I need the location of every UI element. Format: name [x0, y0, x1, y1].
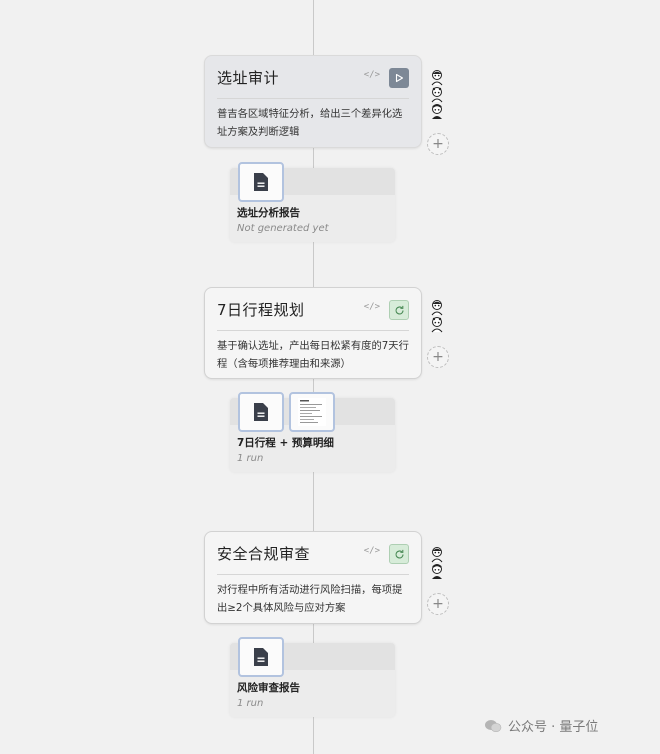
- step-card-site-audit[interactable]: 选址审计 </> 普吉各区域特征分析，给出三个差异化选址方案及判断逻辑: [204, 55, 422, 148]
- document-thumbnail[interactable]: [238, 637, 284, 677]
- rerun-button[interactable]: [389, 300, 409, 320]
- avatar: [431, 317, 443, 333]
- output-card[interactable]: 7日行程 + 预算明细 1 run: [230, 392, 395, 472]
- document-icon: [254, 173, 268, 191]
- output-card[interactable]: 风险审查报告 1 run: [230, 637, 395, 717]
- step-title: 安全合规审查: [217, 544, 311, 563]
- watermark-text: 公众号 · 量子位: [508, 720, 599, 735]
- document-thumbnail[interactable]: [238, 162, 284, 202]
- add-agent-button[interactable]: +: [427, 346, 449, 368]
- code-icon[interactable]: </>: [364, 546, 380, 556]
- document-icon: [254, 648, 268, 666]
- add-agent-button[interactable]: +: [427, 593, 449, 615]
- avatar: [431, 70, 443, 86]
- output-name: 7日行程 + 预算明细: [237, 437, 334, 449]
- step-title: 选址审计: [217, 68, 280, 87]
- code-icon[interactable]: </>: [364, 70, 380, 80]
- code-icon[interactable]: </>: [364, 302, 380, 312]
- wechat-icon: [485, 719, 502, 732]
- refresh-icon: [395, 549, 404, 558]
- document-thumbnail[interactable]: [238, 392, 284, 432]
- output-status: 1 run: [237, 453, 264, 464]
- step-description: 普吉各区域特征分析，给出三个差异化选址方案及判断逻辑: [217, 108, 403, 138]
- avatar: [432, 104, 442, 119]
- output-status: 1 run: [237, 698, 264, 709]
- step-title: 7日行程规划: [217, 300, 305, 319]
- step-description: 对行程中所有活动进行风险扫描，每项提出≥2个具体风险与应对方案: [217, 584, 403, 614]
- step-card-itinerary[interactable]: 7日行程规划 </> 基于确认选址，产出每日松紧有度的7天行程（含每项推荐理由和…: [204, 287, 422, 379]
- avatar: [431, 547, 443, 563]
- refresh-icon: [395, 305, 404, 314]
- spreadsheet-thumbnail[interactable]: [289, 392, 335, 432]
- avatar: [432, 564, 442, 579]
- wechat-watermark: 公众号 · 量子位: [484, 716, 598, 735]
- output-status: Not generated yet: [237, 223, 329, 234]
- document-icon: [254, 403, 268, 421]
- avatar: [431, 300, 443, 316]
- add-agent-button[interactable]: +: [427, 133, 449, 155]
- step-description: 基于确认选址，产出每日松紧有度的7天行程（含每项推荐理由和来源）: [217, 340, 409, 370]
- spreadsheet-preview-icon: [298, 398, 326, 426]
- output-card[interactable]: 选址分析报告 Not generated yet: [230, 162, 395, 242]
- play-icon: [395, 73, 404, 83]
- avatar: [431, 87, 443, 103]
- run-button[interactable]: [389, 68, 409, 88]
- output-name: 风险审查报告: [237, 682, 300, 694]
- output-name: 选址分析报告: [237, 207, 300, 219]
- step-card-safety-review[interactable]: 安全合规审查 </> 对行程中所有活动进行风险扫描，每项提出≥2个具体风险与应对…: [204, 531, 422, 624]
- rerun-button[interactable]: [389, 544, 409, 564]
